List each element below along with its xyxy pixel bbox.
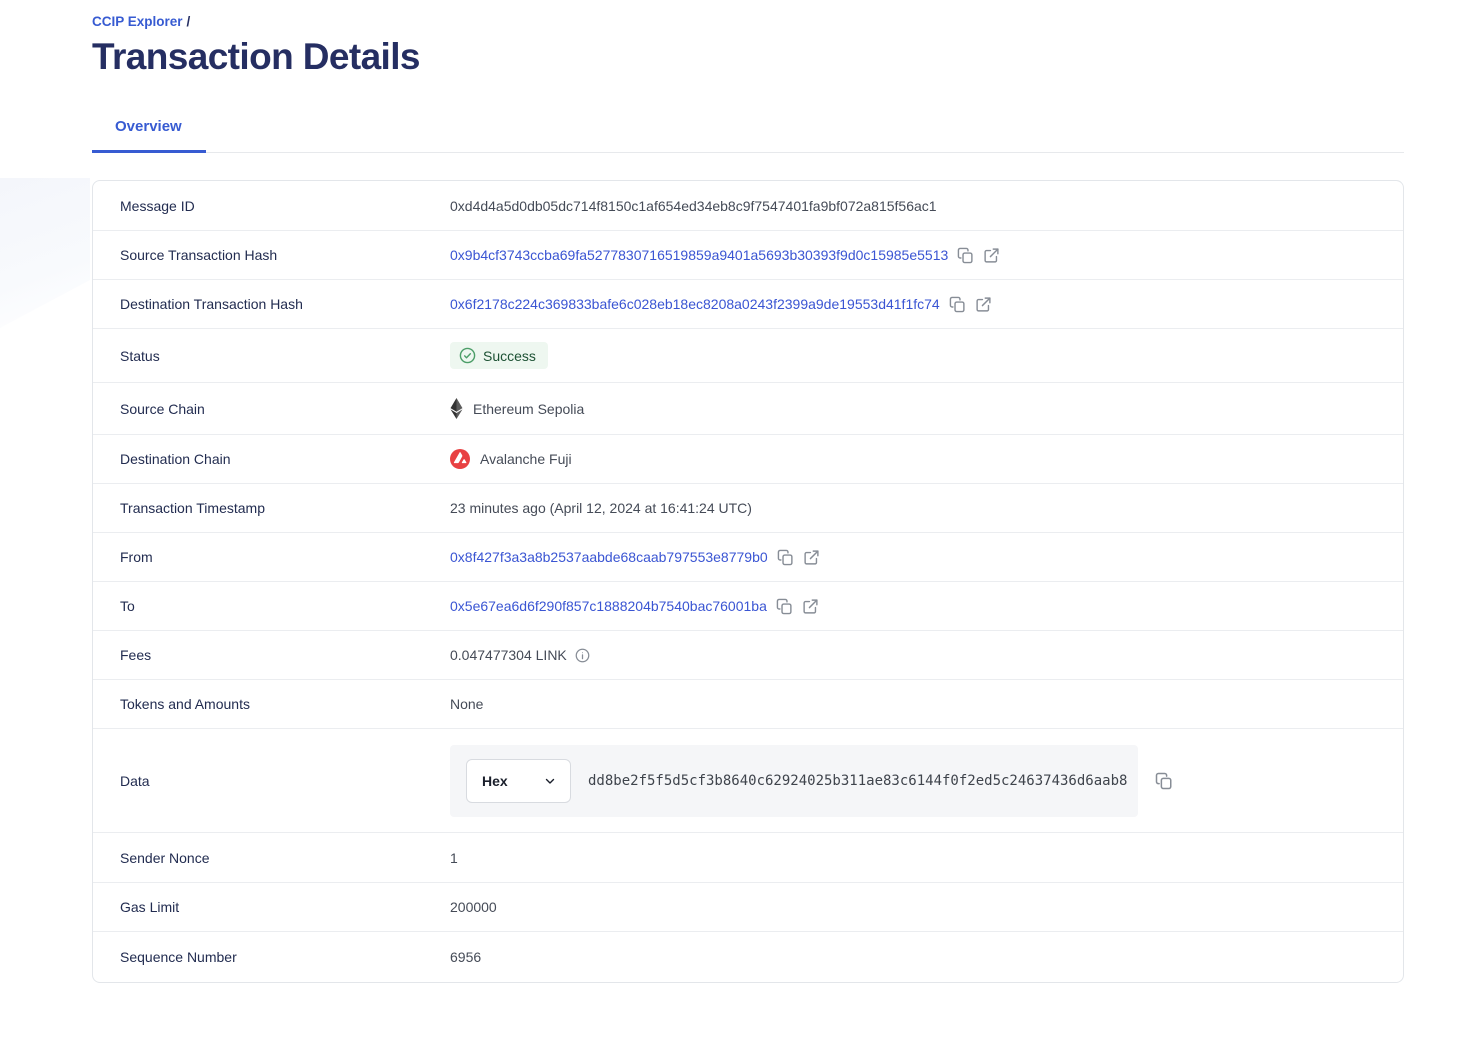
- tab-overview[interactable]: Overview: [92, 118, 206, 153]
- source-chain-name: Ethereum Sepolia: [473, 401, 584, 417]
- tokens-value: None: [450, 696, 483, 712]
- dest-chain-name: Avalanche Fuji: [480, 451, 572, 467]
- row-message-id: Message ID 0xd4d4a5d0db05dc714f8150c1af6…: [93, 181, 1403, 231]
- copy-icon[interactable]: [1155, 772, 1173, 790]
- row-status: Status Success: [93, 329, 1403, 383]
- row-label: Fees: [120, 647, 450, 663]
- breadcrumb: CCIP Explorer /: [92, 0, 1404, 29]
- source-tx-hash-link[interactable]: 0x9b4cf3743ccba69fa5277830716519859a9401…: [450, 247, 948, 263]
- row-sequence-number: Sequence Number 6956: [93, 932, 1403, 982]
- background-gradient-decoration: [0, 178, 90, 328]
- main-container: CCIP Explorer / Transaction Details Overv…: [92, 0, 1404, 983]
- row-label: From: [120, 549, 450, 565]
- row-source-chain: Source Chain Ethereum Sepolia: [93, 383, 1403, 435]
- data-panel: Hex dd8be2f5f5d5cf3b8640c62924025b311ae8…: [450, 745, 1138, 817]
- row-label: To: [120, 598, 450, 614]
- row-label: Transaction Timestamp: [120, 500, 450, 516]
- timestamp-value: 23 minutes ago (April 12, 2024 at 16:41:…: [450, 500, 752, 516]
- copy-icon[interactable]: [776, 598, 793, 615]
- info-icon[interactable]: [575, 648, 590, 663]
- sender-nonce-value: 1: [450, 850, 458, 866]
- row-label: Gas Limit: [120, 899, 450, 915]
- status-text: Success: [483, 348, 536, 364]
- to-address-link[interactable]: 0x5e67ea6d6f290f857c1888204b7540bac76001…: [450, 598, 767, 614]
- row-label: Source Chain: [120, 401, 450, 417]
- external-link-icon[interactable]: [983, 247, 1000, 264]
- row-dest-chain: Destination Chain Avalanche Fuji: [93, 435, 1403, 484]
- data-encoding-select[interactable]: Hex: [466, 759, 571, 803]
- row-source-tx-hash: Source Transaction Hash 0x9b4cf3743ccba6…: [93, 231, 1403, 280]
- dest-tx-hash-link[interactable]: 0x6f2178c224c369833bafe6c028eb18ec8208a0…: [450, 296, 940, 312]
- status-badge: Success: [450, 342, 548, 369]
- data-hex-value: dd8be2f5f5d5cf3b8640c62924025b311ae83c61…: [588, 773, 1127, 789]
- copy-icon[interactable]: [777, 549, 794, 566]
- breadcrumb-ccip-explorer-link[interactable]: CCIP Explorer: [92, 14, 183, 29]
- gas-limit-value: 200000: [450, 899, 497, 915]
- fees-value: 0.047477304 LINK: [450, 647, 567, 663]
- row-data: Data Hex dd8be2f5f5d5cf3b8640c62924025b3…: [93, 729, 1403, 833]
- row-to: To 0x5e67ea6d6f290f857c1888204b7540bac76…: [93, 582, 1403, 631]
- transaction-details-card: Message ID 0xd4d4a5d0db05dc714f8150c1af6…: [92, 180, 1404, 983]
- row-fees: Fees 0.047477304 LINK: [93, 631, 1403, 680]
- row-label: Destination Transaction Hash: [120, 296, 450, 312]
- row-label: Sequence Number: [120, 949, 450, 965]
- message-id-value: 0xd4d4a5d0db05dc714f8150c1af654ed34eb8c9…: [450, 198, 937, 214]
- from-address-link[interactable]: 0x8f427f3a3a8b2537aabde68caab797553e8779…: [450, 549, 768, 565]
- copy-icon[interactable]: [949, 296, 966, 313]
- row-label: Status: [120, 348, 450, 364]
- sequence-number-value: 6956: [450, 949, 481, 965]
- row-label: Data: [120, 773, 450, 789]
- ethereum-icon: [450, 398, 463, 419]
- row-sender-nonce: Sender Nonce 1: [93, 833, 1403, 883]
- row-gas-limit: Gas Limit 200000: [93, 883, 1403, 932]
- external-link-icon[interactable]: [802, 598, 819, 615]
- tab-bar: Overview: [92, 118, 1404, 153]
- row-label: Message ID: [120, 198, 450, 214]
- row-label: Sender Nonce: [120, 850, 450, 866]
- external-link-icon[interactable]: [975, 296, 992, 313]
- row-timestamp: Transaction Timestamp 23 minutes ago (Ap…: [93, 484, 1403, 533]
- row-label: Source Transaction Hash: [120, 247, 450, 263]
- row-dest-tx-hash: Destination Transaction Hash 0x6f2178c22…: [93, 280, 1403, 329]
- row-label: Destination Chain: [120, 451, 450, 467]
- chevron-down-icon: [543, 774, 557, 788]
- avalanche-icon: [450, 449, 470, 469]
- copy-icon[interactable]: [957, 247, 974, 264]
- page-title: Transaction Details: [92, 36, 1404, 78]
- external-link-icon[interactable]: [803, 549, 820, 566]
- breadcrumb-separator: /: [187, 14, 191, 29]
- check-circle-icon: [459, 347, 476, 364]
- data-encoding-selected: Hex: [482, 773, 508, 789]
- row-from: From 0x8f427f3a3a8b2537aabde68caab797553…: [93, 533, 1403, 582]
- row-tokens: Tokens and Amounts None: [93, 680, 1403, 729]
- row-label: Tokens and Amounts: [120, 696, 450, 712]
